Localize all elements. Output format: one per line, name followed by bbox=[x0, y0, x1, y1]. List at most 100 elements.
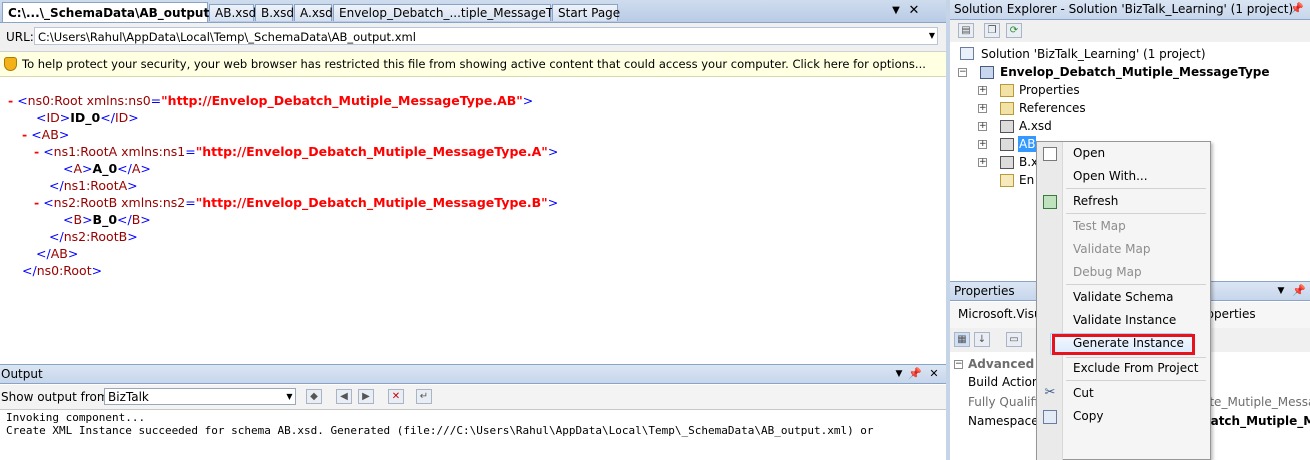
tab-envelop-debatch[interactable]: Envelop_Debatch_...tiple_MessageType bbox=[333, 4, 573, 21]
ns1-uri: "http://Envelop_Debatch_Mutiple_MessageT… bbox=[195, 144, 548, 159]
menu-item-debug-map: Debug Map bbox=[1073, 265, 1142, 279]
a-value: A_0 bbox=[92, 161, 118, 176]
folder-icon bbox=[1000, 102, 1014, 115]
menu-item-test-map: Test Map bbox=[1073, 219, 1126, 233]
url-bar: URL: C:\Users\Rahul\AppData\Local\Temp\_… bbox=[0, 23, 948, 52]
menu-item-cut[interactable]: Cut bbox=[1073, 385, 1094, 401]
menu-separator bbox=[1066, 284, 1206, 285]
tab-label: B.xsd bbox=[261, 6, 295, 20]
menu-item-validate-instance[interactable]: Validate Instance bbox=[1073, 312, 1176, 328]
menu-item-validate-schema[interactable]: Validate Schema bbox=[1073, 289, 1173, 305]
properties-toolbar-icon[interactable]: ▤ bbox=[958, 23, 974, 38]
clear-all-icon[interactable]: ✕ bbox=[388, 389, 404, 404]
next-message-icon[interactable]: ▶ bbox=[358, 389, 374, 404]
menu-separator bbox=[1066, 188, 1206, 189]
xml-line-b: <B>B_0</B> bbox=[63, 212, 151, 227]
menu-separator bbox=[1066, 380, 1206, 381]
xml-line-ab-open: - <AB> bbox=[22, 127, 70, 142]
prop-fully-qualified-value: ate_Mutiple_Messa bbox=[1202, 395, 1310, 409]
refresh-toolbar-icon[interactable]: ⟳ bbox=[1006, 23, 1022, 38]
tab-a-xsd[interactable]: A.xsd bbox=[294, 4, 333, 21]
tree-item-references[interactable]: References bbox=[1019, 100, 1086, 116]
menu-item-refresh[interactable]: Refresh bbox=[1073, 193, 1118, 209]
menu-item-copy[interactable]: Copy bbox=[1073, 408, 1103, 424]
output-text: Invoking component... Create XML Instance… bbox=[6, 411, 874, 437]
menu-item-validate-map: Validate Map bbox=[1073, 242, 1151, 256]
expand-b-xsd-icon[interactable]: + bbox=[978, 158, 987, 167]
alphabetical-icon[interactable]: ↓ bbox=[974, 332, 990, 347]
copy-icon bbox=[1043, 410, 1057, 424]
output-source-dropdown-icon[interactable]: ▼ bbox=[284, 389, 295, 404]
tree-item-ab-xsd-selected[interactable]: AB bbox=[1018, 136, 1037, 152]
orchestration-file-icon bbox=[1000, 174, 1014, 187]
tab-dropdown-icon[interactable]: ▼ bbox=[888, 3, 904, 19]
output-title-bar: Output ▼ 📌 ✕ bbox=[0, 364, 946, 384]
security-info-text: To help protect your security, your web … bbox=[22, 57, 926, 71]
collapse-root-toggle[interactable]: - bbox=[8, 93, 13, 108]
prop-build-action[interactable]: Build Action bbox=[968, 374, 1040, 390]
categorized-icon[interactable]: ▦ bbox=[954, 332, 970, 347]
tab-b-xsd[interactable]: B.xsd bbox=[255, 4, 295, 21]
word-wrap-icon[interactable]: ↵ bbox=[416, 389, 432, 404]
output-title: Output bbox=[1, 367, 43, 381]
tab-label: A.xsd bbox=[300, 6, 333, 20]
close-tab-icon[interactable]: ✕ bbox=[906, 3, 922, 19]
collapse-ab-toggle[interactable]: - bbox=[22, 127, 27, 142]
tab-start-page[interactable]: Start Page bbox=[552, 4, 621, 21]
cut-icon: ✂ bbox=[1044, 385, 1056, 400]
xml-line-roota-close: </ns1:RootA> bbox=[49, 178, 138, 193]
url-label: URL: bbox=[6, 30, 34, 44]
output-close-icon[interactable]: ✕ bbox=[927, 367, 941, 381]
menu-item-open-with[interactable]: Open With... bbox=[1073, 168, 1148, 184]
properties-dropdown-icon[interactable]: ▼ bbox=[1274, 284, 1288, 298]
security-info-bar[interactable]: To help protect your security, your web … bbox=[0, 52, 946, 77]
expand-references-icon[interactable]: + bbox=[978, 104, 987, 113]
tree-item-envelop-file[interactable]: En bbox=[1019, 172, 1034, 188]
tree-item-a-xsd[interactable]: A.xsd bbox=[1019, 118, 1052, 134]
menu-item-open[interactable]: Open bbox=[1073, 145, 1105, 161]
solution-explorer-pin-icon[interactable]: 📌 bbox=[1290, 2, 1304, 16]
refresh-icon bbox=[1043, 195, 1057, 209]
output-source-select[interactable]: BizTalk bbox=[104, 388, 296, 405]
find-message-icon[interactable]: ◆ bbox=[306, 389, 322, 404]
output-pin-icon[interactable]: 📌 bbox=[908, 367, 922, 381]
menu-separator bbox=[1066, 213, 1206, 214]
tab-label: Start Page bbox=[558, 6, 621, 20]
show-all-files-icon[interactable]: ❐ bbox=[984, 23, 1000, 38]
output-dropdown-icon[interactable]: ▼ bbox=[892, 367, 906, 381]
schema-file-icon bbox=[1000, 120, 1014, 133]
collapse-project-icon[interactable]: − bbox=[958, 68, 967, 77]
project-icon bbox=[980, 66, 994, 79]
url-dropdown-icon[interactable]: ▼ bbox=[926, 29, 938, 43]
menu-item-exclude-from-project[interactable]: Exclude From Project bbox=[1073, 360, 1198, 376]
xml-viewer: - <ns0:Root xmlns:ns0="http://Envelop_De… bbox=[0, 77, 946, 360]
tree-item-project[interactable]: Envelop_Debatch_Mutiple_MessageType bbox=[1000, 64, 1270, 80]
xml-line-root-close: </ns0:Root> bbox=[22, 263, 103, 278]
tab-ab-xsd[interactable]: AB.xsd bbox=[209, 4, 256, 21]
solution-explorer-title-bar: Solution Explorer - Solution 'BizTalk_Le… bbox=[950, 0, 1310, 20]
solution-explorer-toolbar: ▤ ❐ ⟳ bbox=[950, 20, 1310, 43]
collapse-rootb-toggle[interactable]: - bbox=[34, 195, 39, 210]
schema-file-icon bbox=[1000, 156, 1014, 169]
prop-namespace[interactable]: Namespace bbox=[968, 413, 1039, 429]
url-input[interactable]: C:\Users\Rahul\AppData\Local\Temp\_Schem… bbox=[34, 27, 938, 45]
open-icon bbox=[1043, 147, 1057, 161]
tree-item-solution[interactable]: Solution 'BizTalk_Learning' (1 project) bbox=[981, 46, 1206, 62]
tree-item-properties[interactable]: Properties bbox=[1019, 82, 1080, 98]
collapse-roota-toggle[interactable]: - bbox=[34, 144, 39, 159]
properties-pin-icon[interactable]: 📌 bbox=[1292, 284, 1306, 298]
tab-ab-output-xml[interactable]: C:\...\_SchemaData\AB_output.xml bbox=[2, 2, 238, 22]
solution-icon bbox=[960, 47, 974, 60]
prop-fully-qualified[interactable]: Fully Qualifi bbox=[968, 394, 1038, 410]
expand-ab-xsd-icon[interactable]: + bbox=[978, 140, 987, 149]
expand-properties-icon[interactable]: + bbox=[978, 86, 987, 95]
xml-line-id: <ID>ID_0</ID> bbox=[36, 110, 139, 125]
schema-file-icon bbox=[1000, 138, 1014, 151]
ns0-uri: "http://Envelop_Debatch_Mutiple_MessageT… bbox=[161, 93, 523, 108]
property-pages-icon[interactable]: ▭ bbox=[1006, 332, 1022, 347]
xml-line-roota-open: - <ns1:RootA xmlns:ns1="http://Envelop_D… bbox=[34, 144, 559, 159]
expand-a-xsd-icon[interactable]: + bbox=[978, 122, 987, 131]
xml-line-a: <A>A_0</A> bbox=[63, 161, 151, 176]
prev-message-icon[interactable]: ◀ bbox=[336, 389, 352, 404]
collapse-advanced-icon[interactable]: − bbox=[954, 360, 963, 369]
